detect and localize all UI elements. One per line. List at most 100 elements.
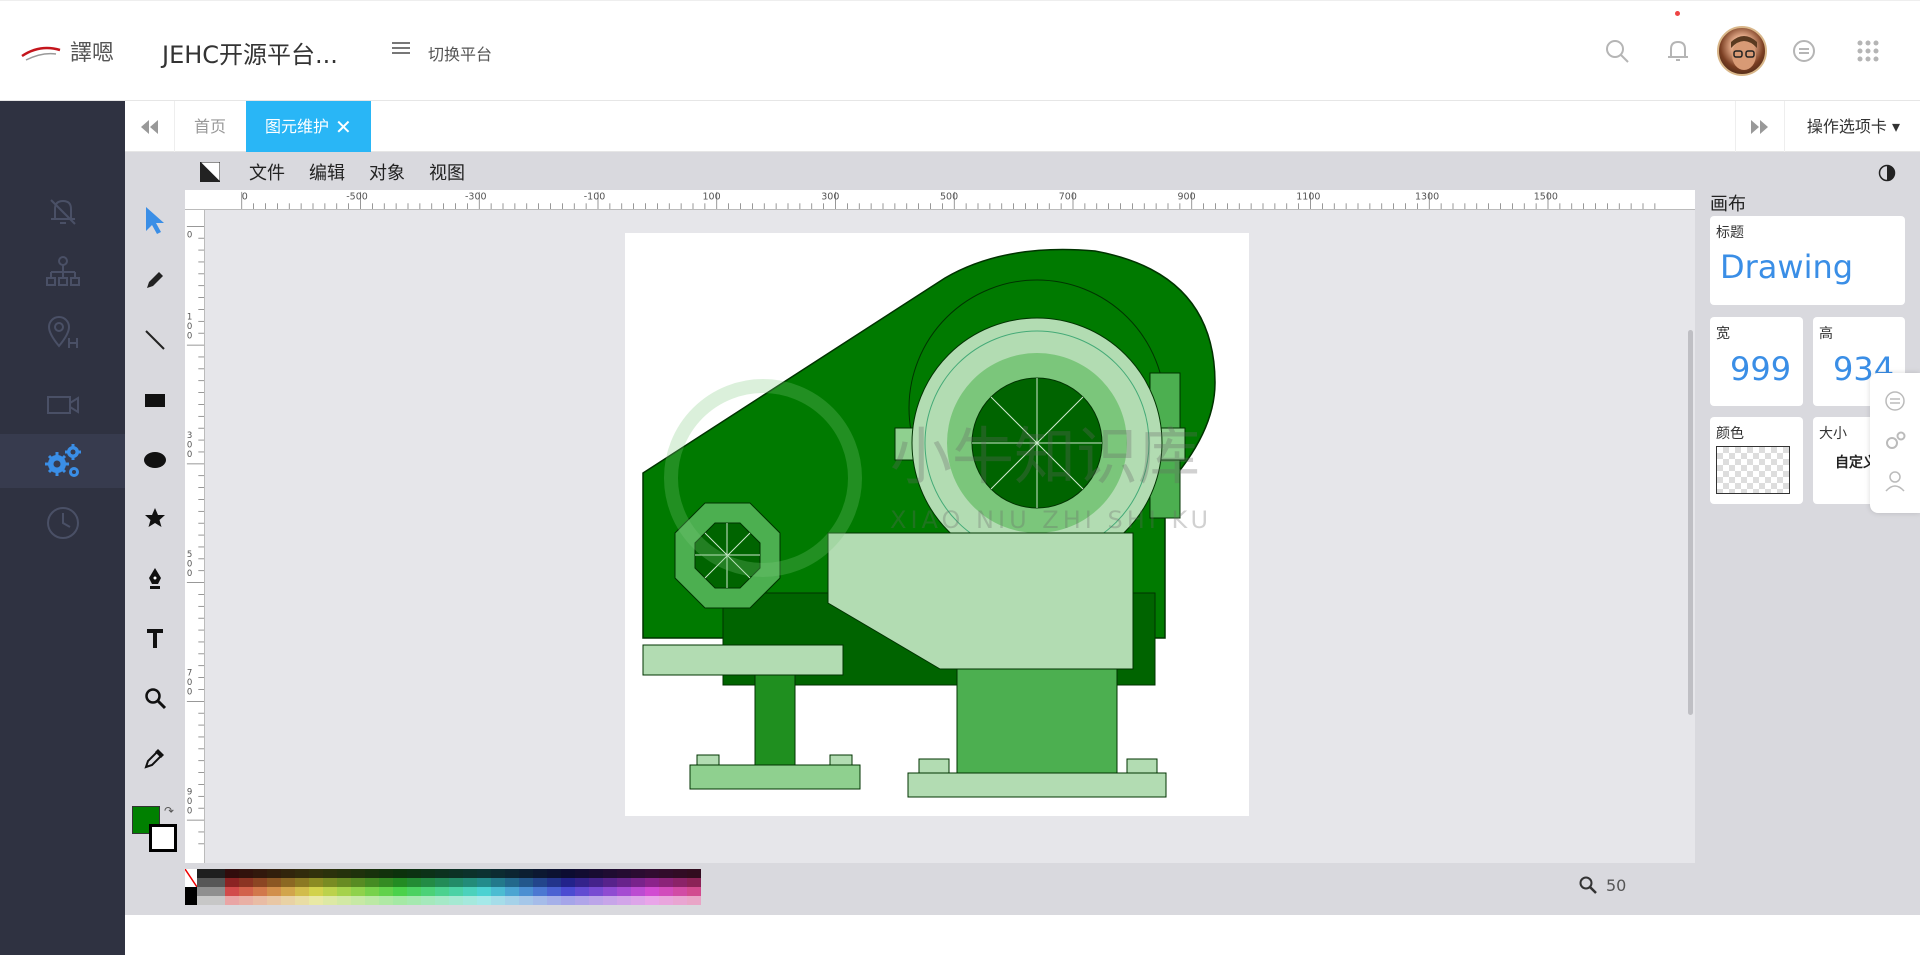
palette-swatch[interactable] xyxy=(323,869,337,878)
tab-operations-dropdown[interactable]: 操作选项卡 ▾ xyxy=(1807,101,1900,152)
black-swatch[interactable] xyxy=(185,887,197,905)
palette-swatch[interactable] xyxy=(281,896,295,905)
palette-swatch[interactable] xyxy=(617,887,631,896)
palette-swatch[interactable] xyxy=(337,869,351,878)
palette-swatch[interactable] xyxy=(239,896,253,905)
palette-swatch[interactable] xyxy=(295,887,309,896)
palette-swatch[interactable] xyxy=(351,887,365,896)
palette-swatch[interactable] xyxy=(379,887,393,896)
palette-swatch[interactable] xyxy=(281,887,295,896)
palette-swatch[interactable] xyxy=(477,869,491,878)
palette-swatch[interactable] xyxy=(309,896,323,905)
tabs-scroll-left-button[interactable] xyxy=(125,101,175,152)
message-icon[interactable] xyxy=(1790,37,1818,65)
palette-swatch[interactable] xyxy=(225,887,239,896)
palette-swatch[interactable] xyxy=(435,887,449,896)
palette-swatch[interactable] xyxy=(673,869,687,878)
bell-icon[interactable] xyxy=(1664,37,1692,65)
palette-swatch[interactable] xyxy=(225,869,239,878)
palette-swatch[interactable] xyxy=(505,878,519,887)
palette-swatch[interactable] xyxy=(365,869,379,878)
palette-swatch[interactable] xyxy=(211,887,225,896)
palette-swatch[interactable] xyxy=(463,887,477,896)
palette-swatch[interactable] xyxy=(239,887,253,896)
logo-icon[interactable]: 譯嗯 xyxy=(20,34,138,68)
palette-swatch[interactable] xyxy=(491,896,505,905)
palette-swatch[interactable] xyxy=(295,878,309,887)
palette-swatch[interactable] xyxy=(533,887,547,896)
editor-logo-icon[interactable] xyxy=(200,162,220,182)
palette-swatch[interactable] xyxy=(519,878,533,887)
palette-swatch[interactable] xyxy=(673,896,687,905)
sidebar-item-alerts[interactable] xyxy=(0,185,125,239)
palette-swatch[interactable] xyxy=(225,878,239,887)
palette-swatch[interactable] xyxy=(351,878,365,887)
palette-swatch[interactable] xyxy=(561,878,575,887)
palette-swatch[interactable] xyxy=(449,887,463,896)
drawing-canvas[interactable]: 小牛知识库 XIAO NIU ZHI SHI KU xyxy=(625,233,1249,816)
close-icon[interactable]: ✕ xyxy=(335,102,352,153)
palette-swatch[interactable] xyxy=(253,869,267,878)
right-foot[interactable] xyxy=(907,772,1167,798)
palette-swatch[interactable] xyxy=(281,878,295,887)
menu-view[interactable]: 视图 xyxy=(429,159,465,185)
palette-swatch[interactable] xyxy=(519,869,533,878)
palette-swatch[interactable] xyxy=(603,887,617,896)
palette-swatch[interactable] xyxy=(281,869,295,878)
width-value[interactable]: 999 xyxy=(1730,350,1791,388)
palette-swatch[interactable] xyxy=(575,896,589,905)
user-icon[interactable] xyxy=(1883,469,1907,493)
palette-swatch[interactable] xyxy=(477,887,491,896)
palette-swatch[interactable] xyxy=(449,869,463,878)
palette-swatch[interactable] xyxy=(407,878,421,887)
tab-home[interactable]: 首页 xyxy=(175,101,245,152)
palette-swatch[interactable] xyxy=(673,887,687,896)
left-plate[interactable] xyxy=(642,644,844,676)
menu-object[interactable]: 对象 xyxy=(369,159,405,185)
palette-swatch[interactable] xyxy=(687,878,701,887)
stroke-color-swatch[interactable] xyxy=(149,824,177,852)
menu-edit[interactable]: 编辑 xyxy=(309,159,345,185)
palette-swatch[interactable] xyxy=(351,869,365,878)
palette-swatch[interactable] xyxy=(393,896,407,905)
palette-swatch[interactable] xyxy=(197,878,211,887)
palette-swatch[interactable] xyxy=(617,878,631,887)
palette-swatch[interactable] xyxy=(337,878,351,887)
palette-swatch[interactable] xyxy=(323,878,337,887)
tab-element-maintenance[interactable]: 图元维护 ✕ xyxy=(246,101,371,152)
palette-swatch[interactable] xyxy=(267,896,281,905)
palette-swatch[interactable] xyxy=(533,878,547,887)
palette-swatch[interactable] xyxy=(561,896,575,905)
palette-swatch[interactable] xyxy=(393,878,407,887)
color-card[interactable]: 颜色 xyxy=(1710,417,1803,504)
zoom-value[interactable]: 50 xyxy=(1606,876,1626,895)
palette-swatch[interactable] xyxy=(365,887,379,896)
palette-swatch[interactable] xyxy=(393,887,407,896)
palette-swatch[interactable] xyxy=(519,896,533,905)
palette-swatch[interactable] xyxy=(323,887,337,896)
palette-swatch[interactable] xyxy=(547,878,561,887)
palette-swatch[interactable] xyxy=(589,869,603,878)
palette-swatch[interactable] xyxy=(295,896,309,905)
blower-drawing[interactable]: 小牛知识库 XIAO NIU ZHI SHI KU xyxy=(625,233,1249,816)
palette-swatch[interactable] xyxy=(379,896,393,905)
menu-file[interactable]: 文件 xyxy=(249,159,285,185)
palette-swatch[interactable] xyxy=(211,878,225,887)
palette-swatch[interactable] xyxy=(309,878,323,887)
sidebar-item-location[interactable] xyxy=(0,305,125,359)
palette-swatch[interactable] xyxy=(379,869,393,878)
tabs-scroll-right-button[interactable] xyxy=(1735,101,1785,152)
palette-swatch[interactable] xyxy=(673,878,687,887)
palette-swatch[interactable] xyxy=(225,896,239,905)
palette-swatch[interactable] xyxy=(197,869,211,878)
palette-swatch[interactable] xyxy=(533,896,547,905)
palette-swatch[interactable] xyxy=(463,896,477,905)
palette-swatch[interactable] xyxy=(197,896,211,905)
palette-swatch[interactable] xyxy=(295,869,309,878)
palette-swatch[interactable] xyxy=(575,878,589,887)
palette-swatch[interactable] xyxy=(491,878,505,887)
palette-swatch[interactable] xyxy=(659,878,673,887)
palette-swatch[interactable] xyxy=(421,869,435,878)
palette-swatch[interactable] xyxy=(421,887,435,896)
palette-swatch[interactable] xyxy=(365,878,379,887)
